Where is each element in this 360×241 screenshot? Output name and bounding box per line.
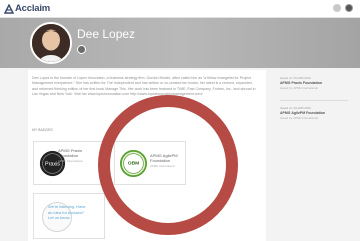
sidebar-item-praxis[interactable]: Issued on: 09-APR-2016 APMG Praxis Found… xyxy=(280,76,348,90)
acclaim-logo-icon xyxy=(4,3,14,14)
svg-text:OBM: OBM xyxy=(128,160,140,166)
sidebar-item-title: APMG AgilePM Foundation xyxy=(280,111,326,115)
sidebar-divider xyxy=(280,100,348,101)
sidebar-item-date: Issued on: 09-APR-2016 xyxy=(280,76,311,80)
profile-name: Dee Lopez xyxy=(77,27,136,41)
badges-section-label: MY BADGES xyxy=(32,128,53,132)
sidebar-item-date: Issued on: 09-APR-2016 xyxy=(280,106,311,110)
avatar xyxy=(30,22,72,64)
badge-issuer-text: APMG International xyxy=(58,159,83,163)
badge-title-praxis: APMG Praxis Foundation APMG Internationa… xyxy=(58,148,88,164)
top-navigation-bar: Acclaim xyxy=(0,0,360,18)
user-menu-icon[interactable] xyxy=(345,4,353,12)
sidebar-item-title: APMG Praxis Foundation xyxy=(280,81,323,85)
badge-issuer-text: APMG International xyxy=(150,164,175,168)
recent-badges-sidebar: Issued on: 09-APR-2016 APMG Praxis Found… xyxy=(280,70,350,170)
sidebar-item-issuer: Issued by: APMG International xyxy=(280,86,318,90)
badge-title-text: APMG Praxis Foundation xyxy=(58,148,83,158)
sidebar-item-agilepm[interactable]: Issued on: 09-APR-2016 APMG AgilePM Foun… xyxy=(280,106,348,120)
sidebar-item-issuer: Issued by: APMG International xyxy=(280,116,318,120)
acclaim-logo[interactable]: Acclaim xyxy=(4,3,50,14)
logo-text: Acclaim xyxy=(15,3,51,14)
badge-title-agilepm: APMG AgilePM Foundation APMG Internation… xyxy=(150,153,180,169)
badge-title-text: APMG AgilePM Foundation xyxy=(150,153,178,163)
help-icon[interactable] xyxy=(333,4,341,12)
profile-bio: Dee Lopez is the founder of Lopez Innova… xyxy=(32,76,256,97)
agilepm-badge-icon: OBM xyxy=(120,150,147,177)
avatar-photo-icon xyxy=(32,24,70,62)
pro-badge-icon xyxy=(77,45,86,54)
feedback-text[interactable]: We're listening. Have an idea for Acclai… xyxy=(48,204,88,221)
